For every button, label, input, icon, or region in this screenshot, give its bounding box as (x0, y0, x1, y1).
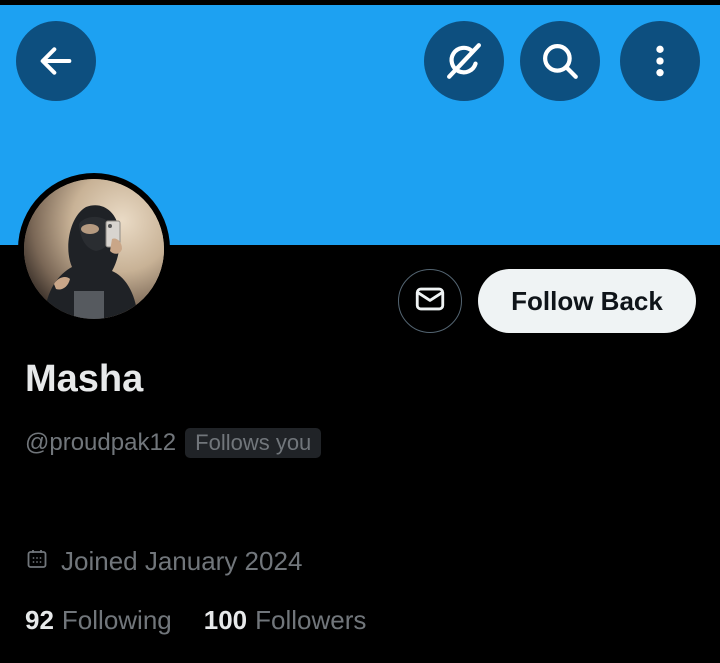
more-button[interactable] (620, 21, 700, 101)
follows-you-badge: Follows you (185, 428, 322, 458)
more-vertical-icon (640, 41, 680, 81)
joined-date: Joined January 2024 (61, 546, 303, 576)
joined-row: Joined January 2024 (25, 546, 302, 577)
following-link[interactable]: 92 Following (25, 605, 172, 636)
avatar[interactable] (24, 179, 164, 319)
avatar-frame[interactable] (18, 173, 170, 325)
followers-label: Followers (255, 605, 367, 635)
handle-row: @proudpak12 Follows you (25, 428, 322, 458)
message-button[interactable] (398, 269, 462, 333)
stats-row: 92 Following 100 Followers (25, 605, 366, 636)
profile-handle: @proudpak12 (25, 429, 177, 456)
avatar-photo (24, 179, 164, 319)
following-count: 92 (25, 605, 54, 635)
follow-back-button[interactable]: Follow Back (478, 269, 696, 333)
calendar-icon (25, 547, 49, 576)
search-icon (539, 40, 581, 82)
following-label: Following (61, 605, 172, 635)
profile-name: Masha (25, 358, 144, 400)
grok-icon (443, 40, 485, 82)
back-button[interactable] (16, 21, 96, 101)
arrow-left-icon (36, 41, 76, 81)
followers-count: 100 (203, 605, 248, 635)
mail-icon (413, 282, 447, 321)
followers-link[interactable]: 100 Followers (204, 605, 367, 636)
grok-button[interactable] (424, 21, 504, 101)
search-button[interactable] (520, 21, 600, 101)
